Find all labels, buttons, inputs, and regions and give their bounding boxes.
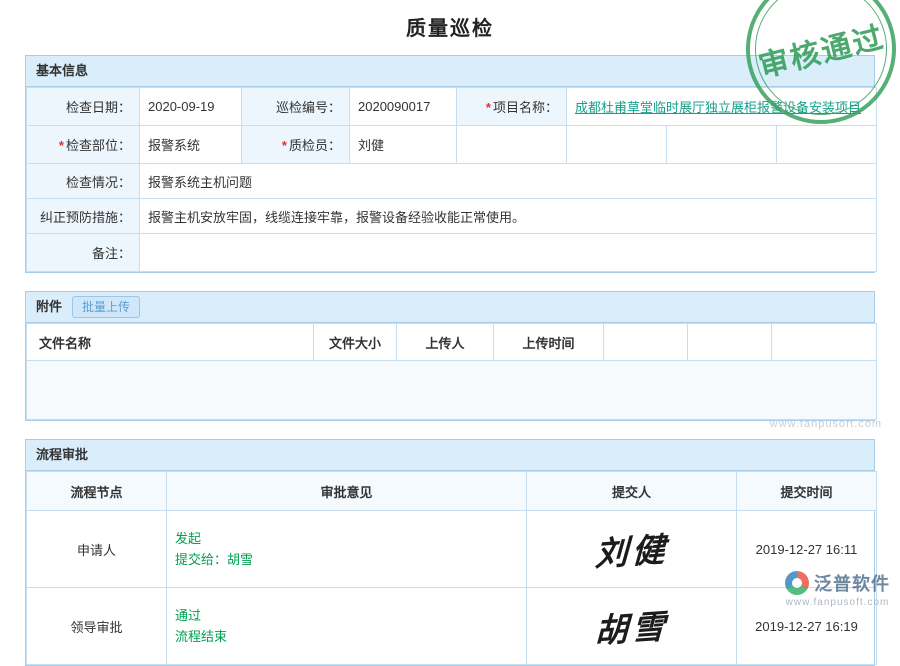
attachments-table: 文件名称 文件大小 上传人 上传时间 (26, 323, 877, 420)
page-title: 质量巡检 (0, 12, 900, 41)
col-upload-time: 上传时间 (494, 324, 604, 361)
col-file-name: 文件名称 (27, 324, 314, 361)
basic-info-header: 基本信息 (26, 56, 874, 87)
approval-table: 流程节点 审批意见 提交人 提交时间 申请人 发起 提交给：胡雪 刘健 2019… (26, 471, 877, 665)
inspection-no-value: 2020090017 (350, 88, 457, 126)
approval-detail-text: 提交给：胡雪 (175, 549, 518, 570)
attachments-header: 附件 批量上传 (26, 292, 874, 323)
check-part-value: 报警系统 (140, 126, 242, 164)
approval-signature-cell: 胡雪 (527, 588, 737, 665)
approval-row-applicant: 申请人 发起 提交给：胡雪 刘健 2019-12-27 16:11 (27, 511, 877, 588)
check-date-value: 2020-09-19 (140, 88, 242, 126)
approval-header-row: 流程节点 审批意见 提交人 提交时间 (27, 472, 877, 511)
basic-info-row-1: 检查日期： 2020-09-19 巡检编号： 2020090017 *项目名称：… (27, 88, 877, 126)
inspection-no-label: 巡检编号： (242, 88, 350, 126)
approval-time: 2019-12-27 16:19 (737, 588, 877, 665)
inspector-value: 刘健 (350, 126, 457, 164)
remark-value (140, 234, 877, 272)
measures-label: 纠正预防措施： (27, 199, 140, 234)
empty-cell (457, 126, 567, 164)
signature-handwriting: 胡雪 (594, 599, 670, 652)
approval-time: 2019-12-27 16:11 (737, 511, 877, 588)
empty-header-cell (772, 324, 877, 361)
approval-action-link[interactable]: 通过 (175, 605, 518, 626)
approval-header: 流程审批 (26, 440, 874, 471)
basic-info-section: 基本信息 检查日期： 2020-09-19 巡检编号： 2020090017 *… (25, 55, 875, 273)
situation-value: 报警系统主机问题 (140, 164, 877, 199)
attachments-section: 附件 批量上传 文件名称 文件大小 上传人 上传时间 (25, 291, 875, 421)
project-name-label: *项目名称： (457, 88, 567, 126)
required-mark: * (486, 100, 491, 115)
empty-header-cell (604, 324, 688, 361)
attachments-title: 附件 (36, 292, 62, 322)
empty-cell (567, 126, 667, 164)
basic-info-row-3: 检查情况： 报警系统主机问题 (27, 164, 877, 199)
col-file-size: 文件大小 (314, 324, 397, 361)
basic-info-table: 检查日期： 2020-09-19 巡检编号： 2020090017 *项目名称：… (26, 87, 877, 272)
check-part-label: *检查部位： (27, 126, 140, 164)
required-mark: * (282, 138, 287, 153)
measures-value: 报警主机安放牢固，线缆连接牢靠，报警设备经验收能正常使用。 (140, 199, 877, 234)
approval-node: 领导审批 (27, 588, 167, 665)
approval-section: 流程审批 流程节点 审批意见 提交人 提交时间 申请人 发起 提交给：胡雪 刘健… (25, 439, 875, 666)
check-date-label: 检查日期： (27, 88, 140, 126)
approval-signature-cell: 刘健 (527, 511, 737, 588)
col-uploader: 上传人 (397, 324, 494, 361)
approval-opinion-cell: 发起 提交给：胡雪 (167, 511, 527, 588)
inspector-label: *质检员： (242, 126, 350, 164)
approval-node: 申请人 (27, 511, 167, 588)
col-opinion: 审批意见 (167, 472, 527, 511)
remark-label: 备注： (27, 234, 140, 272)
basic-info-row-2: *检查部位： 报警系统 *质检员： 刘健 (27, 126, 877, 164)
basic-info-row-5: 备注： (27, 234, 877, 272)
attachments-empty-row (27, 361, 877, 420)
situation-label: 检查情况： (27, 164, 140, 199)
attachments-empty-area (27, 361, 877, 420)
required-mark: * (59, 138, 64, 153)
basic-info-row-4: 纠正预防措施： 报警主机安放牢固，线缆连接牢靠，报警设备经验收能正常使用。 (27, 199, 877, 234)
col-node: 流程节点 (27, 472, 167, 511)
empty-header-cell (688, 324, 772, 361)
approval-row-leader: 领导审批 通过 流程结束 胡雪 2019-12-27 16:19 (27, 588, 877, 665)
signature-handwriting: 刘健 (594, 522, 670, 575)
project-name-link[interactable]: 成都杜甫草堂临时展厅独立展柜报警设备安装项目 (575, 100, 861, 115)
approval-detail-text: 流程结束 (175, 626, 518, 647)
col-time: 提交时间 (737, 472, 877, 511)
batch-upload-button[interactable]: 批量上传 (72, 296, 140, 318)
approval-action-link[interactable]: 发起 (175, 528, 518, 549)
col-submitter: 提交人 (527, 472, 737, 511)
approval-opinion-cell: 通过 流程结束 (167, 588, 527, 665)
attachments-header-row: 文件名称 文件大小 上传人 上传时间 (27, 324, 877, 361)
empty-cell (777, 126, 877, 164)
project-name-cell: 成都杜甫草堂临时展厅独立展柜报警设备安装项目 (567, 88, 877, 126)
empty-cell (667, 126, 777, 164)
